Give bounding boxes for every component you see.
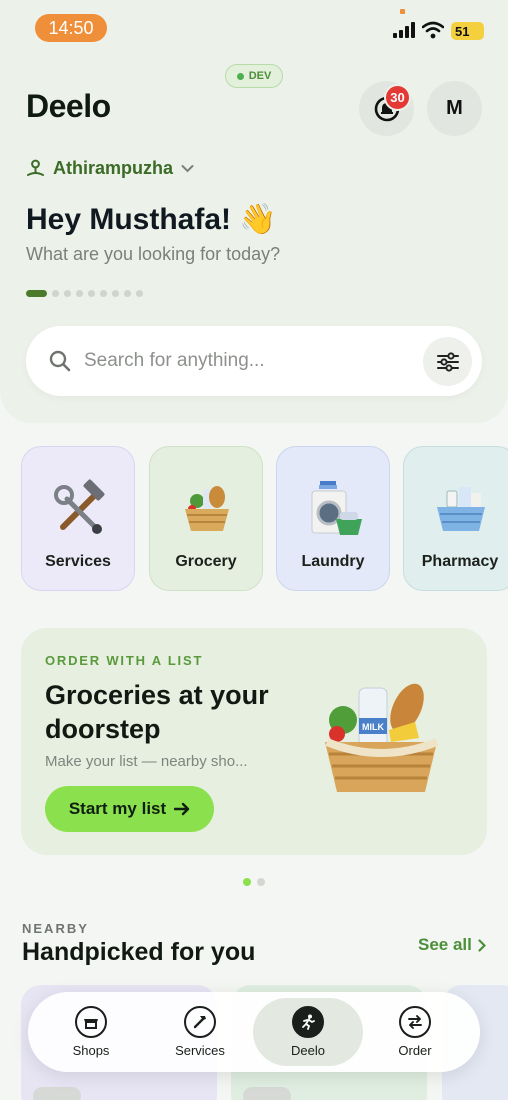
promo-eyebrow: ORDER WITH A LIST [45,653,204,668]
tab-order[interactable]: Order [360,998,470,1066]
battery-level: 51 [455,23,470,39]
category-pharmacy[interactable]: Pharmacy [403,446,508,591]
see-all-label: See all [418,935,472,954]
greeting-heading: Hey Musthafa! 👋 [26,203,277,236]
rating-chip [243,1087,291,1100]
tab-label: Deelo [291,1043,325,1058]
promo-title: Groceries at your doorstep [45,680,269,744]
see-all-link[interactable]: See all [418,935,486,955]
dev-badge-label: DEV [248,70,272,82]
tab-deelo[interactable]: Deelo [253,998,363,1066]
category-label: Laundry [301,553,365,570]
category-label: Grocery [175,553,237,570]
carousel-dot-active[interactable] [26,290,47,297]
tab-shops[interactable]: Shops [36,998,146,1066]
start-list-button[interactable]: Start my list [45,786,214,832]
tab-services[interactable]: Services [145,998,255,1066]
washing-machine-icon [311,481,362,535]
carousel-indicator [26,290,143,297]
wifi-icon [422,21,444,39]
carousel-dot[interactable] [76,290,83,297]
carousel-dot[interactable] [88,290,95,297]
cellular-signal-icon [393,22,415,38]
swap-arrows-icon [399,1006,431,1038]
dev-status-dot [236,72,244,80]
pager-dot[interactable] [257,878,265,886]
recording-indicator [400,9,405,14]
filter-button[interactable] [423,337,472,386]
runner-icon [292,1006,324,1038]
chevron-down-icon [181,165,194,173]
rating-chip [33,1087,81,1100]
location-pin-icon [27,159,44,176]
promo-subtitle: Make your list — nearby sho... [45,753,248,770]
pager-dot-active[interactable] [243,878,251,886]
category-grocery[interactable]: Grocery [149,446,263,591]
home-screen: 14:50 51 DEV Deelo 30 M Athirampuzha Hey… [0,0,508,1100]
carousel-dot[interactable] [100,290,107,297]
carousel-dot[interactable] [52,290,59,297]
tab-label: Services [175,1043,225,1058]
hammer-icon [184,1006,216,1038]
bottom-tab-bar: Shops Services Deelo Order [28,992,480,1072]
grocery-basket-illustration: MILK [325,683,439,792]
tab-label: Order [398,1043,432,1058]
milk-label: MILK [362,722,384,732]
avatar[interactable]: M [427,81,482,136]
grocery-basket-icon [185,486,229,531]
sliders-icon [436,351,459,372]
greeting-subtitle: What are you looking for today? [26,244,281,264]
battery-indicator: 51 [451,22,484,40]
promo-pager [243,878,265,886]
app-brand-title: Deelo [26,88,111,124]
status-bar: 14:50 51 [0,9,508,44]
category-services[interactable]: Services [21,446,135,591]
search-bar [26,326,482,396]
hammer-wrench-icon [54,479,105,534]
notification-count-badge: 30 [384,84,411,111]
tab-label: Shops [72,1043,110,1058]
category-label: Services [45,553,111,570]
carousel-dot[interactable] [124,290,131,297]
search-icon [49,350,71,372]
pharmacy-basket-icon [437,487,485,531]
chevron-right-icon [478,938,486,952]
search-input[interactable] [84,342,414,380]
location-label: Athirampuzha [53,158,174,178]
storefront-icon [75,1006,107,1038]
category-laundry[interactable]: Laundry [276,446,390,591]
dev-badge: DEV [225,64,283,88]
category-label: Pharmacy [421,553,499,570]
carousel-dot[interactable] [136,290,143,297]
carousel-dot[interactable] [64,290,71,297]
start-list-label: Start my list [68,799,167,818]
nearby-title: Handpicked for you [22,938,256,966]
carousel-dot[interactable] [112,290,119,297]
arrow-right-icon [174,802,190,816]
promo-card[interactable]: ORDER WITH A LIST Groceries at your door… [21,628,487,855]
location-selector[interactable]: Athirampuzha [26,158,194,179]
nearby-eyebrow: NEARBY [22,921,89,936]
status-time: 14:50 [35,14,107,42]
